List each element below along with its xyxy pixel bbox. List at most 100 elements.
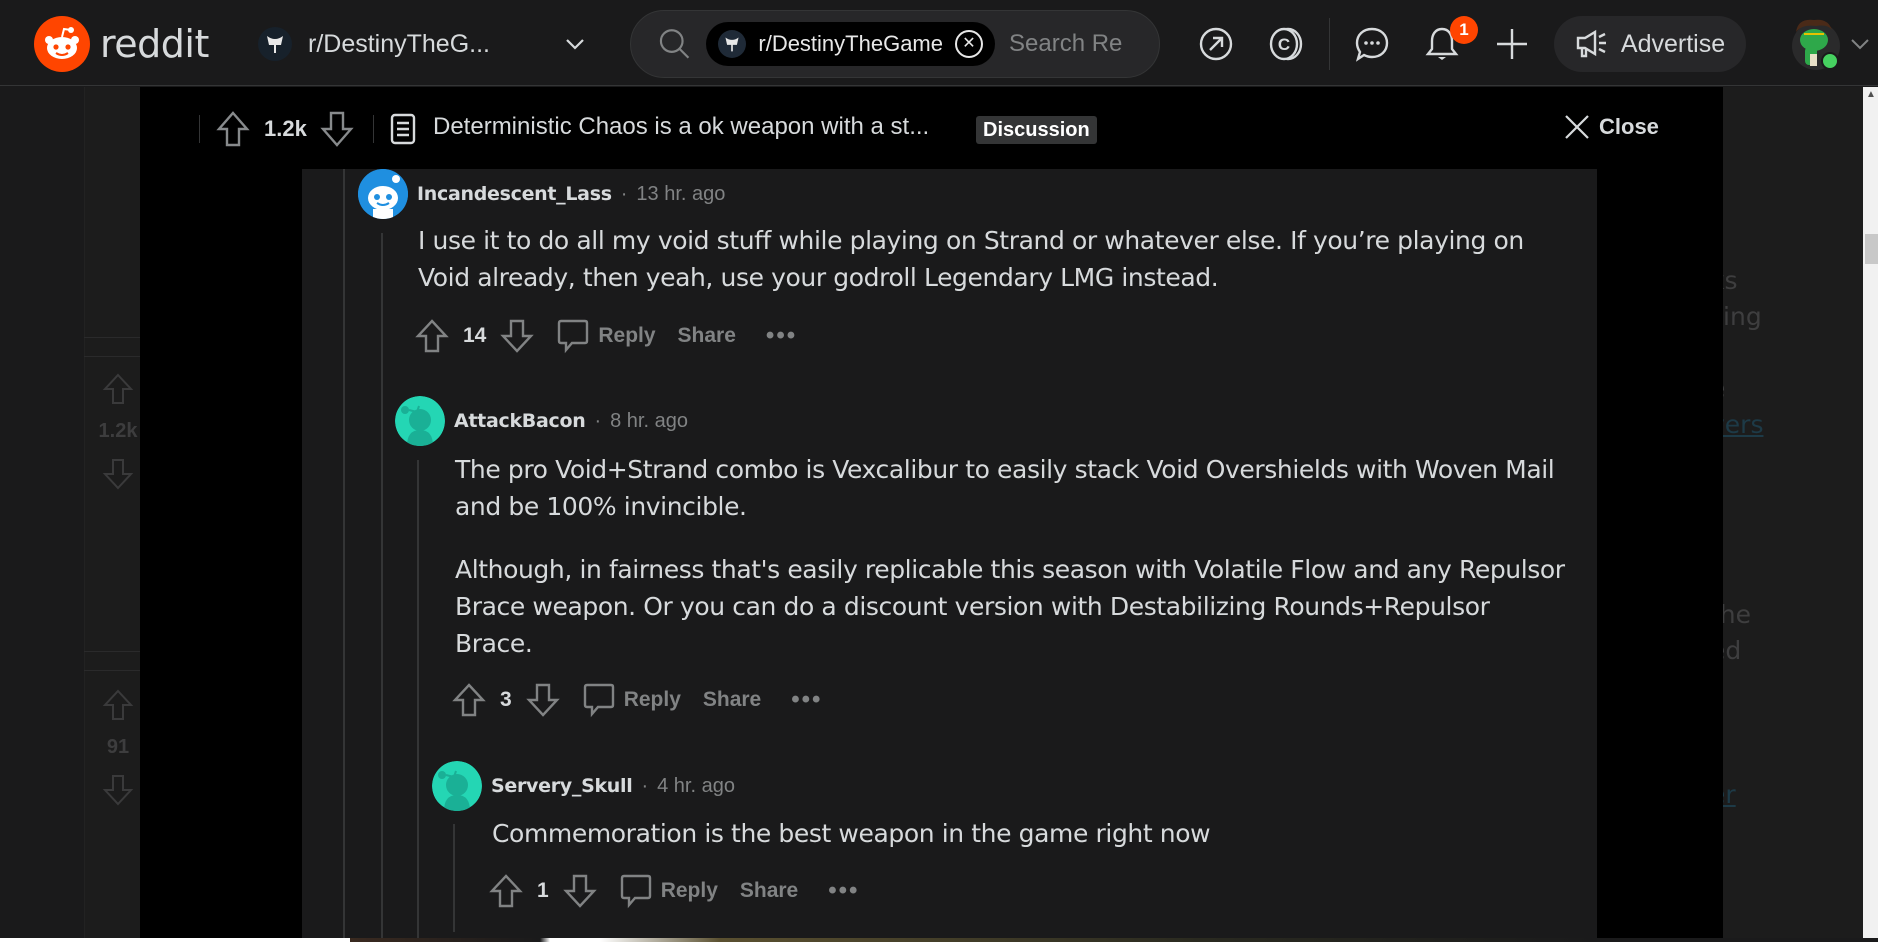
more-options-icon[interactable]: •••	[828, 877, 859, 905]
scroll-up-arrow-icon[interactable]: ▲	[1864, 88, 1878, 102]
reply-button[interactable]: Reply	[582, 682, 681, 718]
remove-chip-icon[interactable]: ✕	[955, 30, 983, 58]
comment-score: 14	[463, 324, 487, 347]
user-menu-chevron-icon[interactable]	[1848, 32, 1872, 56]
reddit-home-link[interactable]: reddit	[34, 16, 209, 72]
reply-label: Reply	[598, 324, 656, 347]
comment-bubble-icon	[620, 874, 651, 909]
comment-header: Servery_Skull · 4 hr. ago	[432, 761, 735, 811]
coins-icon[interactable]: C	[1266, 24, 1306, 64]
downvote-icon	[102, 775, 134, 806]
background-page-right	[1723, 87, 1863, 942]
comment-author[interactable]: Servery_Skull	[491, 775, 633, 797]
comment-score: 1	[537, 879, 549, 902]
thread-line	[417, 460, 419, 942]
reply-button[interactable]: Reply	[619, 873, 718, 909]
background-feed-column	[84, 87, 140, 942]
community-selector[interactable]: r/DestinyTheG...	[258, 22, 588, 66]
comment-actions: 1 Reply Share •••	[489, 873, 859, 909]
close-label: Close	[1599, 114, 1659, 139]
post-score: 1.2k	[264, 116, 307, 141]
reply-label: Reply	[660, 879, 718, 902]
close-modal-button[interactable]: Close	[1563, 113, 1659, 141]
search-chip-label: r/DestinyTheGame	[758, 31, 943, 56]
search-icon	[659, 29, 690, 59]
share-button[interactable]: Share	[678, 324, 736, 348]
create-post-icon[interactable]	[1492, 24, 1532, 64]
nav-divider	[1329, 18, 1330, 70]
destiny-subreddit-icon	[258, 27, 292, 61]
comment-paragraph: Although, in fairness that's easily repl…	[455, 555, 1565, 658]
more-options-icon[interactable]: •••	[791, 686, 822, 714]
upvote-icon[interactable]	[452, 682, 486, 718]
close-icon	[1565, 115, 1589, 139]
search-bar[interactable]: r/DestinyTheGame ✕	[630, 10, 1160, 78]
comment-paragraph: I use it to do all my void stuff while p…	[418, 226, 1524, 292]
comment-body: I use it to do all my void stuff while p…	[418, 222, 1558, 296]
background-vote-widget: 91	[98, 688, 138, 807]
thread-line	[453, 824, 455, 932]
megaphone-icon	[1576, 29, 1606, 58]
avatar[interactable]	[395, 396, 445, 446]
comment-bubble-icon	[558, 319, 589, 354]
taskbar-edge	[0, 938, 1878, 942]
post-title[interactable]: Deterministic Chaos is a ok weapon with …	[433, 113, 929, 141]
comment-header: AttackBacon · 8 hr. ago	[395, 396, 688, 446]
downvote-icon	[102, 459, 134, 490]
upvote-icon[interactable]	[489, 873, 523, 909]
post-modal-header	[140, 87, 1723, 169]
downvote-icon[interactable]	[525, 682, 560, 718]
comment-paragraph: The pro Void+Strand combo is Vexcalibur …	[455, 455, 1555, 521]
upvote-icon	[102, 373, 134, 404]
search-community-chip: r/DestinyTheGame ✕	[706, 22, 995, 66]
chat-icon[interactable]	[1352, 24, 1392, 64]
header-divider	[199, 115, 200, 143]
page-scrollbar[interactable]	[1863, 87, 1878, 942]
background-score: 91	[106, 736, 130, 758]
comment-author[interactable]: Incandescent_Lass	[417, 183, 612, 205]
upvote-icon[interactable]	[415, 318, 449, 354]
more-options-icon[interactable]: •••	[766, 322, 797, 350]
search-input[interactable]	[1009, 30, 1159, 58]
comment-header: Incandescent_Lass · 13 hr. ago	[358, 169, 725, 219]
destiny-subreddit-icon	[718, 30, 747, 58]
text-post-icon	[390, 113, 416, 145]
advertise-label: Advertise	[1620, 29, 1726, 58]
thread-line	[381, 233, 383, 942]
background-vote-widget: 1.2k	[98, 372, 138, 491]
comment-actions: 3 Reply Share •••	[452, 682, 822, 718]
share-button[interactable]: Share	[703, 688, 761, 712]
reply-button[interactable]: Reply	[556, 318, 656, 354]
comment-paragraph: Commemoration is the best weapon in the …	[492, 819, 1211, 848]
background-divider	[84, 651, 140, 671]
svg-text:C: C	[1278, 35, 1290, 54]
share-button[interactable]: Share	[740, 879, 798, 903]
comment-timestamp[interactable]: 13 hr. ago	[636, 183, 725, 206]
comment-score: 3	[500, 688, 512, 711]
thread-line	[343, 169, 345, 942]
popular-icon[interactable]	[1196, 24, 1236, 64]
user-avatar[interactable]	[1788, 14, 1844, 74]
downvote-icon[interactable]	[500, 318, 535, 354]
reddit-logo-icon	[34, 16, 90, 72]
post-upvote-icon[interactable]	[216, 110, 250, 148]
scrollbar-thumb[interactable]	[1865, 234, 1878, 264]
post-downvote-icon[interactable]	[320, 110, 354, 148]
comment-author[interactable]: AttackBacon	[454, 410, 586, 432]
advertise-button[interactable]: Advertise	[1554, 16, 1746, 72]
upvote-icon	[102, 689, 134, 720]
post-flair[interactable]: Discussion	[976, 116, 1097, 144]
reply-label: Reply	[623, 688, 681, 711]
header-divider	[373, 115, 374, 143]
comment-timestamp[interactable]: 4 hr. ago	[657, 775, 735, 798]
chevron-down-icon	[566, 39, 584, 50]
avatar[interactable]	[358, 169, 408, 219]
background-divider	[84, 337, 140, 357]
reddit-wordmark: reddit	[100, 22, 209, 66]
comment-body: Commemoration is the best weapon in the …	[492, 815, 1562, 852]
background-score: 1.2k	[98, 420, 138, 442]
downvote-icon[interactable]	[562, 873, 597, 909]
avatar[interactable]	[432, 761, 482, 811]
comment-body: The pro Void+Strand combo is Vexcalibur …	[455, 451, 1565, 662]
comment-timestamp[interactable]: 8 hr. ago	[610, 410, 688, 433]
